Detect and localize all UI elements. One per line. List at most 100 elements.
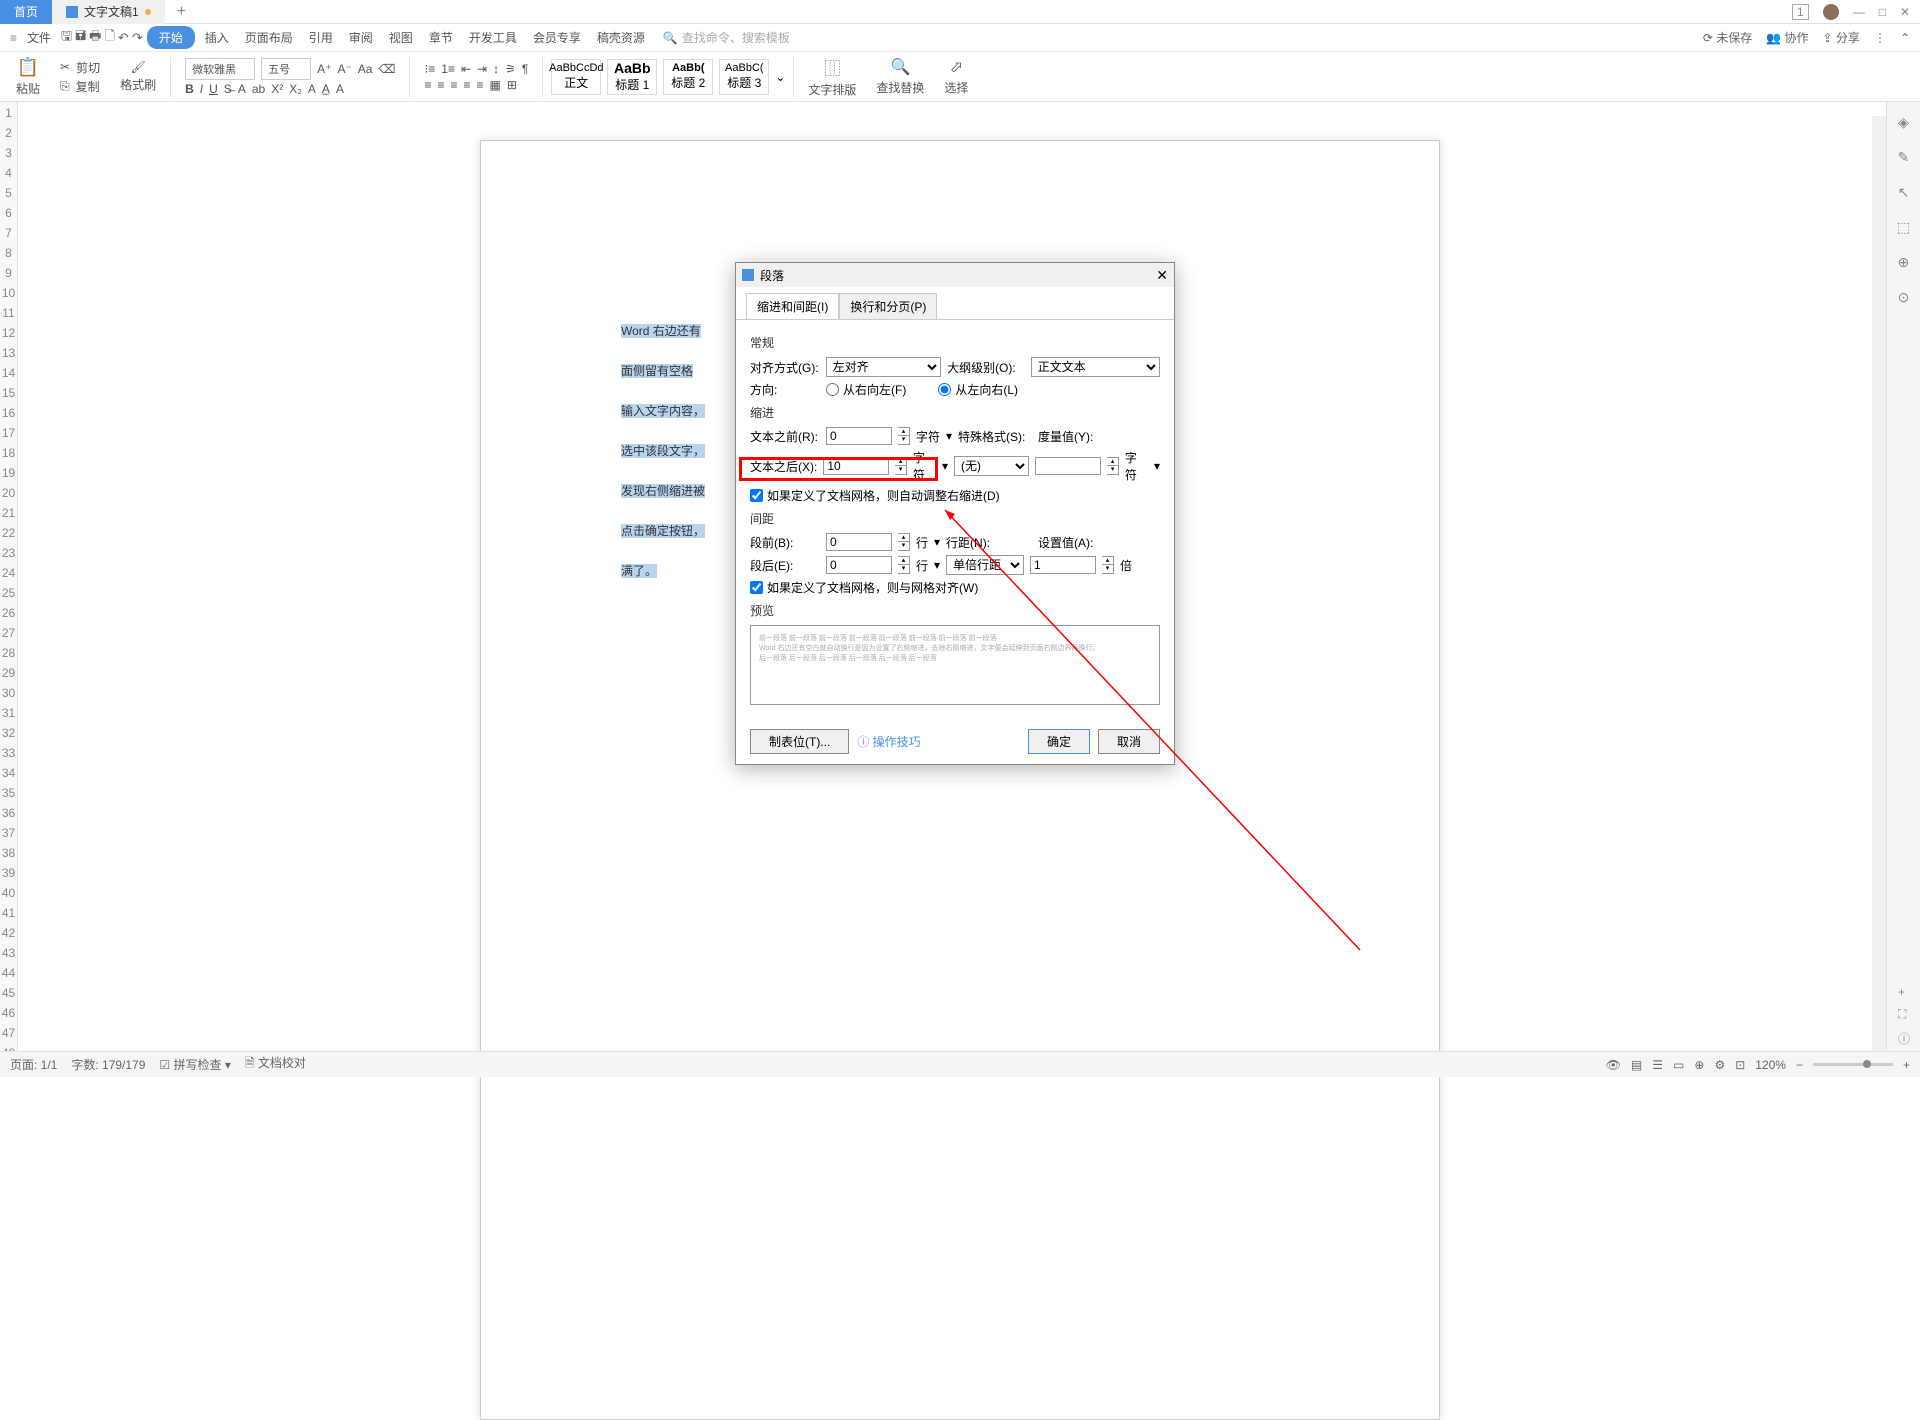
text-line-6[interactable]: 满了。 — [621, 564, 657, 578]
copy-icon[interactable]: ⎘ — [60, 79, 70, 94]
dialog-close-button[interactable]: ✕ — [1156, 267, 1168, 284]
align-justify-icon[interactable]: ≡ — [464, 78, 471, 92]
case-icon[interactable]: Aa — [358, 62, 373, 76]
menu-res[interactable]: 稿壳资源 — [591, 26, 651, 49]
close-button[interactable]: ✕ — [1900, 5, 1910, 19]
auto-indent-checkbox[interactable]: 如果定义了文档网格，则自动调整右缩进(D) — [750, 487, 1160, 504]
sp-before-input[interactable] — [826, 533, 892, 551]
avatar-icon[interactable] — [1823, 4, 1839, 20]
maximize-button[interactable]: □ — [1879, 5, 1886, 19]
help-icon[interactable]: ⓘ — [1898, 1030, 1910, 1047]
size-select[interactable]: 五号 — [261, 58, 311, 80]
preview-icon[interactable]: 🗋 — [104, 27, 114, 49]
pilcrow-icon[interactable]: ¶ — [522, 62, 528, 76]
align-center-icon[interactable]: ≡ — [437, 78, 444, 92]
add-icon[interactable]: + — [1898, 985, 1910, 999]
before-input[interactable] — [826, 427, 892, 445]
after-spinner[interactable]: ▴▾ — [895, 457, 907, 475]
text-layout[interactable]: ⿲文字排版 — [802, 55, 862, 98]
inc-font-icon[interactable]: A⁺ — [317, 62, 331, 76]
panel-icon-3[interactable]: ↖ — [1898, 184, 1910, 201]
setval-spinner[interactable]: ▴▾ — [1102, 556, 1114, 574]
align-left-icon[interactable]: ≡ — [424, 78, 431, 92]
view-outline-icon[interactable]: ☰ — [1652, 1058, 1663, 1072]
more-menu[interactable]: ⋮ — [1874, 31, 1886, 45]
save-icon[interactable]: 🖫 — [61, 27, 72, 49]
menu-view[interactable]: 视图 — [383, 26, 419, 49]
sub-icon[interactable]: X₂ — [289, 82, 302, 96]
panel-icon-2[interactable]: ✎ — [1898, 149, 1910, 166]
lang-icon[interactable]: ⚙ — [1714, 1058, 1725, 1072]
highlight-icon[interactable]: ab — [252, 82, 265, 96]
tab-pagebreak[interactable]: 换行和分页(P) — [839, 293, 937, 319]
cancel-button[interactable]: 取消 — [1098, 729, 1160, 754]
text-line-1[interactable]: 面侧留有空格 — [621, 364, 693, 378]
eye-icon[interactable]: 👁 — [1606, 1058, 1621, 1072]
share-label[interactable]: ⇪ 分享 — [1823, 29, 1860, 46]
font-select[interactable]: 微软雅黑 — [185, 58, 255, 80]
sp-after-spinner[interactable]: ▴▾ — [898, 556, 910, 574]
before-spinner[interactable]: ▴▾ — [898, 427, 910, 445]
font-color-icon[interactable]: A — [238, 82, 246, 96]
meas-input[interactable] — [1035, 457, 1101, 475]
view-web-icon[interactable]: ⊕ — [1694, 1058, 1704, 1072]
select-group[interactable]: ⬀选择 — [938, 57, 974, 96]
expand-icon[interactable]: ⌃ — [1900, 31, 1910, 45]
align-right-icon[interactable]: ≡ — [450, 78, 457, 92]
sp-before-spinner[interactable]: ▴▾ — [898, 533, 910, 551]
bold-icon[interactable]: B — [185, 82, 194, 96]
linespace-icon[interactable]: ↕ — [493, 62, 499, 76]
snap-checkbox[interactable]: 如果定义了文档网格，则与网格对齐(W) — [750, 579, 1160, 596]
ok-button[interactable]: 确定 — [1028, 729, 1090, 754]
menu-insert[interactable]: 插入 — [199, 26, 235, 49]
minimize-button[interactable]: — — [1853, 5, 1865, 19]
panel-icon-4[interactable]: ⬚ — [1897, 219, 1910, 236]
coop-label[interactable]: 👥 协作 — [1766, 29, 1808, 46]
underline-icon[interactable]: U — [209, 82, 218, 96]
zoom-fit-icon[interactable]: ⊡ — [1735, 1058, 1745, 1072]
tab-home[interactable]: 首页 — [0, 0, 52, 24]
border-icon[interactable]: ⊞ — [507, 78, 517, 92]
styles-more-icon[interactable]: ⌄ — [775, 70, 785, 84]
meas-spinner[interactable]: ▴▾ — [1107, 457, 1119, 475]
zoom-slider[interactable] — [1813, 1063, 1893, 1066]
linesp-select[interactable]: 单倍行距 — [946, 555, 1024, 575]
menu-chapter[interactable]: 章节 — [423, 26, 459, 49]
style-h3[interactable]: AaBbC(标题 3 — [719, 59, 769, 95]
panel-icon-5[interactable]: ⊕ — [1898, 254, 1910, 271]
style-normal[interactable]: AaBbCcDd正文 — [551, 59, 601, 95]
paste-label[interactable]: 粘贴 — [16, 80, 40, 97]
print-icon[interactable]: 🖶 — [89, 27, 101, 49]
text-line-4[interactable]: 发现右侧缩进被 — [621, 484, 705, 498]
tab-document[interactable]: 文字文稿1 — [52, 0, 165, 24]
font-a-icon[interactable]: A — [308, 82, 316, 96]
italic-icon[interactable]: I — [200, 82, 203, 96]
text-line-0[interactable]: Word 右边还有 — [621, 324, 701, 338]
sp-after-input[interactable] — [826, 556, 892, 574]
vertical-scrollbar[interactable] — [1872, 116, 1886, 1051]
panel-icon-6[interactable]: ⊙ — [1898, 289, 1910, 306]
tips-link[interactable]: ⓘ 操作技巧 — [857, 733, 920, 750]
menu-vip[interactable]: 会员专享 — [527, 26, 587, 49]
brush-group[interactable]: 🖌 格式刷 — [114, 60, 162, 93]
panel-icon-1[interactable]: ◈ — [1898, 114, 1909, 131]
numbering-icon[interactable]: 1≡ — [441, 62, 455, 76]
tab-indent[interactable]: 缩进和间距(I) — [746, 293, 839, 319]
distribute-icon[interactable]: ≡ — [477, 78, 484, 92]
text-line-2[interactable]: 输入文字内容， — [621, 404, 705, 418]
outline-select[interactable]: 正文文本 — [1031, 357, 1160, 377]
undo-icon[interactable]: ↶ — [118, 30, 129, 46]
bullets-icon[interactable]: ⁝≡ — [424, 62, 435, 76]
sort-icon[interactable]: ⚞ — [505, 62, 516, 76]
find-replace[interactable]: 🔍查找替换 — [870, 57, 930, 96]
zoom-in-icon[interactable]: + — [1903, 1058, 1910, 1072]
new-tab-button[interactable]: + — [165, 3, 198, 21]
search-box[interactable]: 🔍 查找命令、搜索模板 — [663, 29, 790, 46]
redo-icon[interactable]: ↷ — [132, 30, 143, 46]
page-status[interactable]: 页面: 1/1 — [10, 1056, 57, 1073]
special-select[interactable]: (无) — [954, 456, 1029, 476]
text-line-3[interactable]: 选中该段文字， — [621, 444, 705, 458]
menu-layout[interactable]: 页面布局 — [239, 26, 299, 49]
paste-icon[interactable]: 📋 — [17, 57, 39, 78]
menu-dev[interactable]: 开发工具 — [463, 26, 523, 49]
